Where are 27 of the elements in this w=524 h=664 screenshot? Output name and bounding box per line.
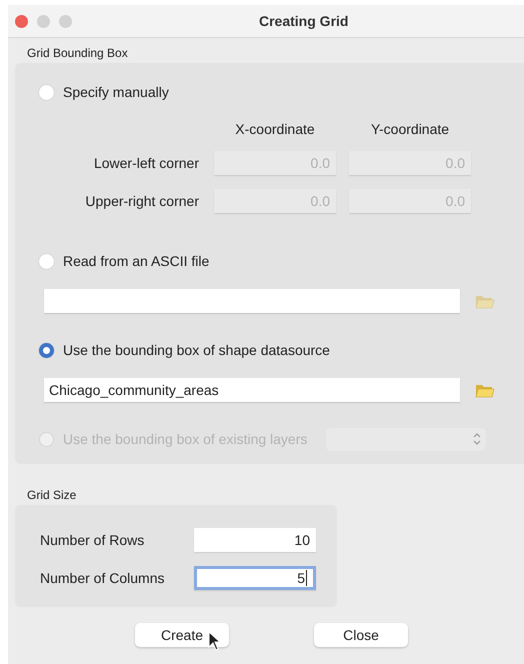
group-title: Grid Bounding Box bbox=[27, 46, 129, 60]
radio-button[interactable] bbox=[39, 84, 54, 100]
radio-button[interactable] bbox=[39, 342, 54, 358]
layer-dropdown[interactable] bbox=[326, 428, 486, 450]
row-label: Upper-right corner bbox=[84, 193, 200, 209]
folder-icon[interactable] bbox=[475, 382, 495, 398]
group-title: Grid Size bbox=[27, 488, 78, 502]
zoom-window-icon[interactable] bbox=[59, 14, 72, 28]
file-path-field[interactable]: Chicago_community_areas bbox=[44, 378, 460, 402]
field-label: Number of Rows bbox=[40, 532, 144, 548]
dialog-button[interactable]: Close bbox=[314, 623, 408, 647]
window-title: Creating Grid bbox=[259, 13, 348, 29]
dialog-button[interactable]: Create bbox=[135, 623, 229, 647]
column-header: Y-coordinate bbox=[370, 121, 450, 137]
column-header: X-coordinate bbox=[234, 121, 316, 137]
minimize-window-icon[interactable] bbox=[37, 14, 50, 28]
file-path-field[interactable] bbox=[44, 289, 460, 313]
option-label[interactable]: Use the bounding box of shape datasource bbox=[63, 342, 330, 358]
option-label[interactable]: Read from an ASCII file bbox=[63, 253, 210, 269]
chevron-icon bbox=[473, 433, 482, 445]
option-label[interactable]: Specify manually bbox=[63, 84, 169, 100]
number-field[interactable]: 5 bbox=[194, 566, 316, 590]
number-field[interactable]: 10 bbox=[194, 528, 316, 552]
close-window-icon[interactable] bbox=[15, 14, 28, 28]
field-label: Number of Columns bbox=[40, 570, 164, 586]
row-label: Lower-left corner bbox=[92, 155, 200, 171]
radio-button[interactable] bbox=[39, 254, 54, 268]
